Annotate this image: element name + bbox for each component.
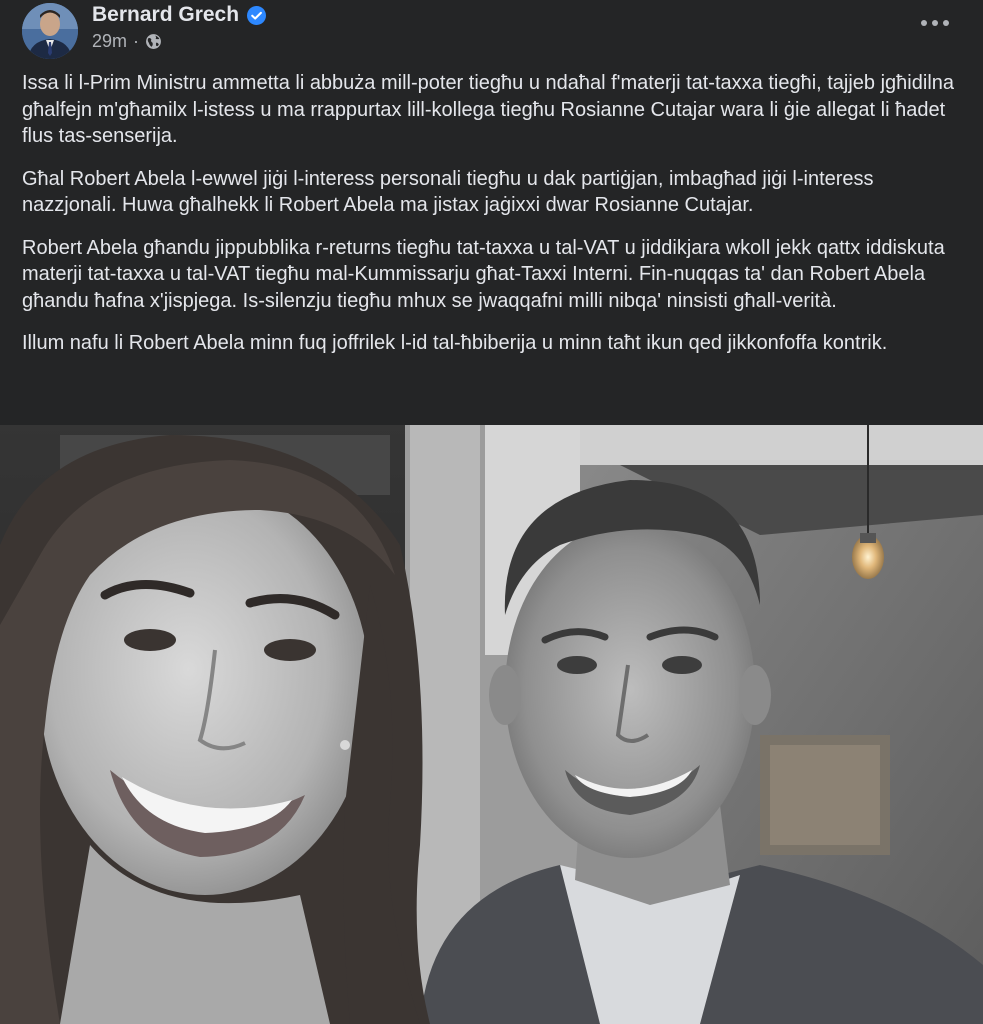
author-name[interactable]: Bernard Grech [92,3,239,27]
facebook-post: Bernard Grech 29m · Issa li l-Prim Minis… [0,0,983,1024]
post-paragraph: Għal Robert Abela l-ewwel jiġi l-interes… [22,167,874,217]
post-meta: 29m · [92,31,162,52]
post-header: Bernard Grech 29m · [0,0,983,64]
more-dot [921,20,927,26]
globe-icon[interactable] [145,33,162,50]
author-avatar[interactable] [22,3,78,59]
more-dot [932,20,938,26]
post-timestamp[interactable]: 29m [92,31,127,52]
more-options-icon[interactable] [921,14,949,32]
post-photo[interactable] [0,425,983,1024]
author-name-row: Bernard Grech [92,3,267,27]
post-paragraph: Robert Abela għandu jippubblika r-return… [22,236,945,312]
meta-separator: · [133,31,140,51]
post-paragraph: Issa li l-Prim Ministru ammetta li abbuż… [22,72,955,147]
more-dot [943,20,949,26]
post-body: Issa li l-Prim Ministru ammetta li abbuż… [22,70,962,373]
post-paragraph: Illum nafu li Robert Abela minn fuq joff… [22,332,888,354]
verified-badge-icon [247,5,267,25]
